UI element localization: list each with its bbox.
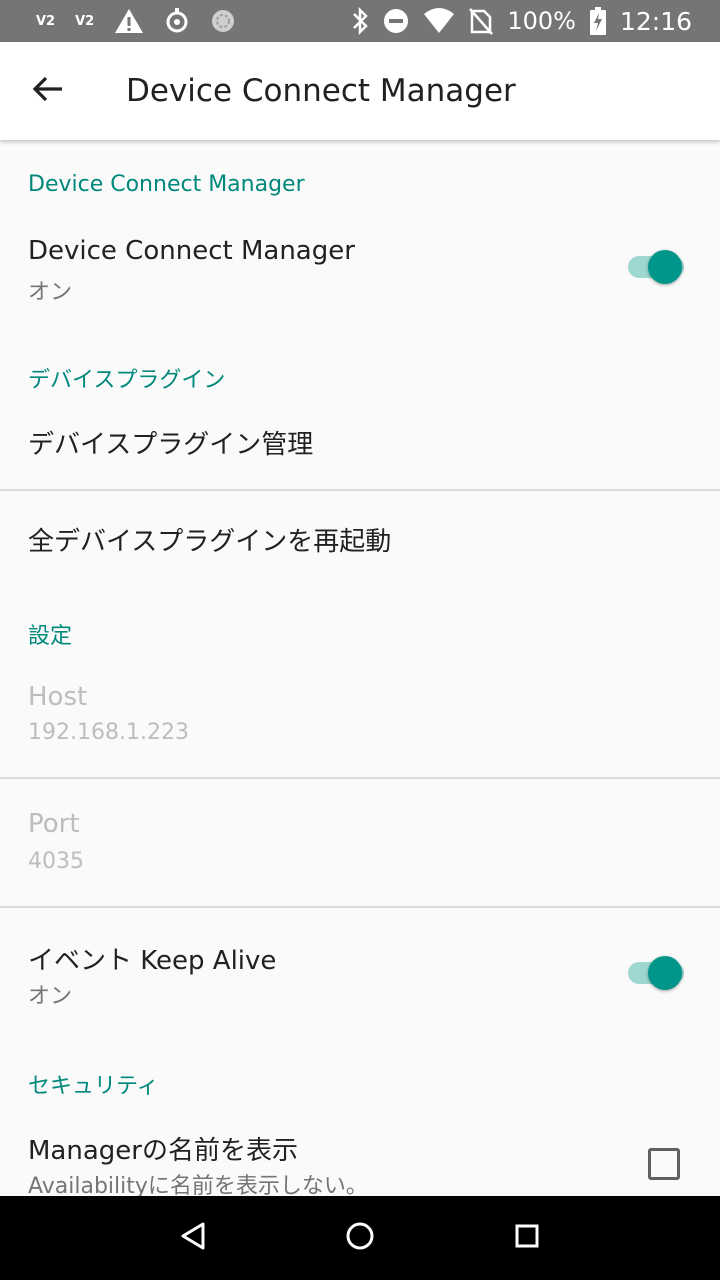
do-not-disturb-icon xyxy=(383,8,409,34)
clock: 12:16 xyxy=(619,6,692,36)
app-bar: Device Connect Manager xyxy=(0,42,720,140)
sync-icon xyxy=(210,8,236,34)
pref-host: Host 192.168.1.223 xyxy=(0,660,720,777)
pref-title: 全デバイスプラグインを再起動 xyxy=(28,527,392,557)
pref-summary: オン xyxy=(28,280,73,305)
pref-summary: Availabilityに名前を表示しない。 xyxy=(28,1174,368,1196)
volte-badge-2: V2 xyxy=(75,13,95,29)
host-value: 192.168.1.223 xyxy=(28,720,189,745)
category-manager: Device Connect Manager xyxy=(28,172,305,197)
status-bar: V2 V2 100% 12:16 xyxy=(0,0,720,42)
keepalive-switch[interactable] xyxy=(624,948,686,992)
triangle-back-icon xyxy=(179,1221,207,1255)
nav-back-button[interactable] xyxy=(153,1196,233,1280)
pref-summary: オン xyxy=(28,984,73,1009)
pref-manager-toggle[interactable]: Device Connect Manager オン xyxy=(0,222,720,334)
pref-plugin-manage[interactable]: デバイスプラグイン管理 xyxy=(0,402,720,490)
category-security: セキュリティ xyxy=(28,1074,159,1099)
warning-icon xyxy=(114,8,144,34)
pref-title: Managerの名前を表示 xyxy=(28,1136,298,1166)
square-recents-icon xyxy=(514,1223,540,1253)
usb-debug-icon xyxy=(164,7,190,35)
pref-keepalive-toggle[interactable]: イベント Keep Alive オン xyxy=(0,908,720,1028)
pref-title: イベント Keep Alive xyxy=(28,946,277,976)
category-settings: 設定 xyxy=(28,624,73,649)
pref-title: デバイスプラグイン管理 xyxy=(28,430,314,460)
pref-title: Host xyxy=(28,682,88,712)
preferences-list[interactable]: Device Connect Manager Device Connect Ma… xyxy=(0,140,720,1196)
switch-thumb xyxy=(648,956,682,990)
pref-title: Port xyxy=(28,809,80,839)
pref-title: Device Connect Manager xyxy=(28,236,355,266)
nav-home-button[interactable] xyxy=(320,1196,400,1280)
switch-thumb xyxy=(648,250,682,284)
manager-switch[interactable] xyxy=(624,242,686,286)
back-button[interactable] xyxy=(0,42,96,140)
volte-badge: V2 xyxy=(36,13,56,29)
page-title: Device Connect Manager xyxy=(126,73,516,109)
battery-percent: 100% xyxy=(507,7,576,35)
circle-home-icon xyxy=(345,1221,375,1255)
no-sim-icon xyxy=(469,7,494,35)
pref-port: Port 4035 xyxy=(0,779,720,906)
bluetooth-icon xyxy=(351,7,369,35)
wifi-icon xyxy=(423,8,455,34)
category-plugins: デバイスプラグイン xyxy=(28,368,226,393)
pref-plugin-restart[interactable]: 全デバイスプラグインを再起動 xyxy=(0,491,720,587)
battery-charging-icon xyxy=(589,7,606,35)
navigation-bar xyxy=(0,1196,720,1280)
nav-recents-button[interactable] xyxy=(487,1196,567,1280)
show-name-checkbox[interactable] xyxy=(648,1148,680,1180)
arrow-back-icon xyxy=(32,73,64,109)
port-value: 4035 xyxy=(28,849,84,874)
pref-show-manager-name[interactable]: Managerの名前を表示 Availabilityに名前を表示しない。 xyxy=(0,1110,720,1196)
